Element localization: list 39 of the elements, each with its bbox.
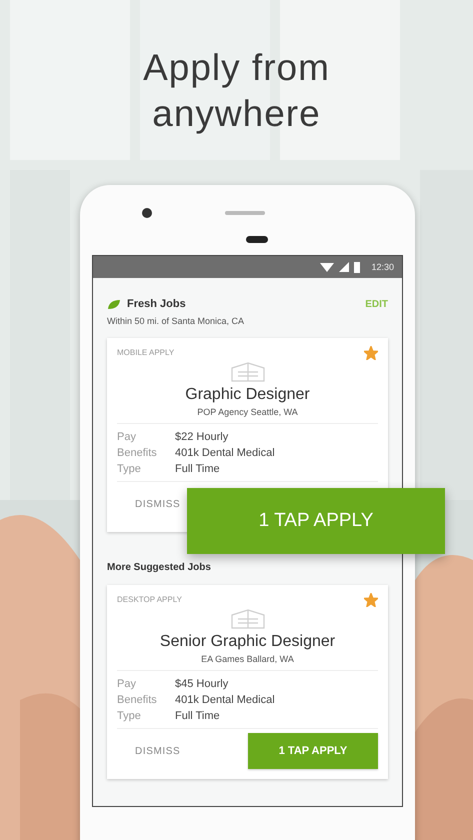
location-text: Within 50 mi. of Santa Monica, CA bbox=[107, 316, 246, 326]
job-title: Graphic Designer bbox=[184, 386, 311, 404]
company-location: EA Games Ballard, WA bbox=[200, 654, 295, 664]
leaf-icon bbox=[107, 298, 121, 310]
section-title: Fresh Jobs bbox=[127, 298, 186, 310]
star-icon[interactable] bbox=[364, 346, 378, 360]
detail-value: 401k Dental Medical bbox=[175, 693, 275, 708]
sensor-icon bbox=[246, 236, 268, 243]
company-location: POP Agency Seattle, WA bbox=[196, 407, 299, 417]
speaker-icon bbox=[225, 211, 265, 215]
apply-type-label: DESKTOP APPLY bbox=[117, 595, 182, 604]
detail-value: $22 Hourly bbox=[175, 430, 228, 445]
detail-label: Type bbox=[117, 709, 142, 724]
camera-icon bbox=[142, 208, 152, 218]
headline: Apply from anywhere bbox=[142, 46, 331, 136]
dismiss-button[interactable]: DISMISS bbox=[131, 746, 184, 756]
detail-value: Full Time bbox=[175, 462, 220, 477]
detail-value: $45 Hourly bbox=[175, 677, 228, 692]
building-icon bbox=[230, 607, 266, 629]
detail-label: Pay bbox=[117, 430, 137, 445]
job-title: Senior Graphic Designer bbox=[158, 633, 336, 651]
detail-label: Pay bbox=[117, 677, 137, 692]
edit-link[interactable]: EDIT bbox=[365, 298, 388, 310]
building-icon bbox=[230, 360, 266, 382]
apply-type-label: MOBILE APPLY bbox=[117, 348, 174, 357]
battery-icon bbox=[354, 262, 360, 272]
detail-value: 401k Dental Medical bbox=[175, 446, 275, 461]
detail-label: Benefits bbox=[117, 693, 158, 708]
section-title: More Suggested Jobs bbox=[107, 562, 212, 573]
wifi-icon bbox=[320, 262, 334, 272]
star-icon[interactable] bbox=[364, 593, 378, 607]
detail-value: Full Time bbox=[175, 709, 220, 724]
apply-button[interactable]: 1 TAP APPLY bbox=[187, 488, 445, 554]
signal-icon bbox=[339, 262, 350, 272]
status-time: 12:30 bbox=[371, 262, 394, 272]
detail-label: Type bbox=[117, 462, 142, 477]
detail-label: Benefits bbox=[117, 446, 158, 461]
dismiss-button[interactable]: DISMISS bbox=[131, 498, 184, 510]
apply-button[interactable]: 1 TAP APPLY bbox=[248, 733, 378, 769]
